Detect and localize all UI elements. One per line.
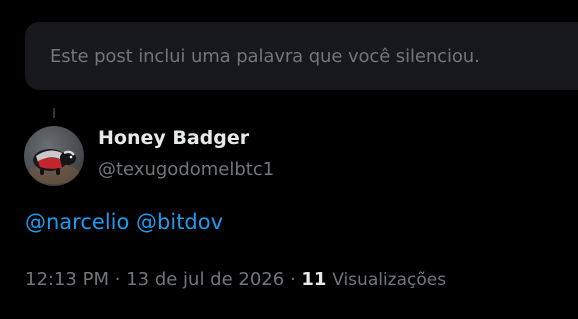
views-label[interactable]: Visualizações	[332, 270, 446, 290]
muted-post-notice[interactable]: Este post inclui uma palavra que você si…	[25, 22, 578, 90]
views-count[interactable]: 11	[301, 269, 326, 290]
post-time[interactable]: 12:13 PM	[25, 269, 109, 290]
meta-separator-2: ·	[289, 269, 296, 290]
thread-connector-line	[53, 108, 55, 118]
mention-link-narcelio[interactable]: @narcelio	[25, 210, 129, 234]
muted-notice-text: Este post inclui uma palavra que você si…	[50, 45, 480, 67]
honey-badger-avatar-icon	[28, 149, 80, 184]
post-text: @narcelio @bitdov	[25, 210, 223, 234]
post-metadata: 12:13 PM · 13 de jul de 2026 · 11 Visual…	[25, 269, 446, 290]
mention-link-bitdov[interactable]: @bitdov	[136, 210, 223, 234]
avatar[interactable]	[24, 126, 84, 186]
author-handle[interactable]: @texugodomelbtc1	[98, 159, 274, 180]
meta-separator: ·	[114, 269, 121, 290]
author-display-name[interactable]: Honey Badger	[98, 127, 249, 149]
post-date[interactable]: 13 de jul de 2026	[126, 269, 284, 290]
